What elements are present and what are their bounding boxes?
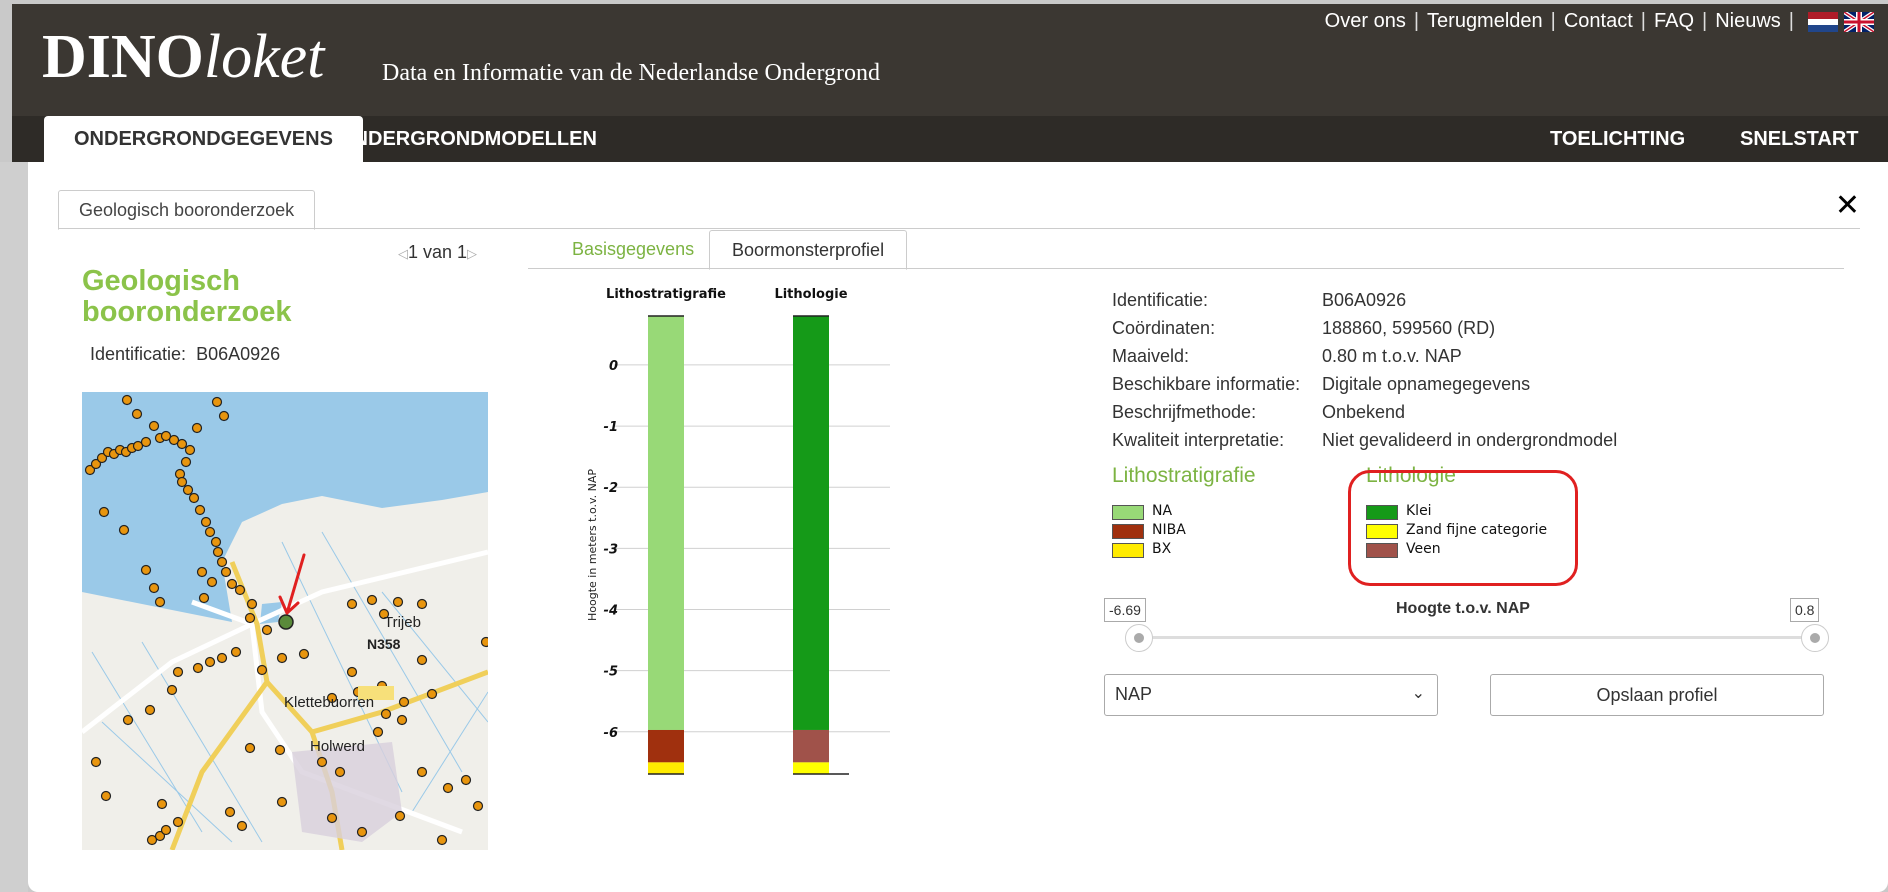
link-contact[interactable]: Contact (1564, 10, 1633, 33)
info-key: Maaiveld: (1112, 346, 1190, 366)
legend-label: NIBA (1152, 522, 1186, 538)
link-faq[interactable]: FAQ (1654, 10, 1694, 33)
column-header: Lithologie (774, 287, 847, 302)
info-key: Beschikbare informatie: (1112, 374, 1301, 394)
map-label: Klettebuorren (284, 694, 375, 711)
tab-toelichting[interactable]: TOELICHTING (1520, 116, 1715, 162)
divider (528, 268, 1844, 269)
village-area (292, 742, 402, 842)
divider (58, 228, 1860, 229)
info-value: Onbekend (1322, 402, 1406, 422)
borehole-profile-chart: 0 -1 -2 -3 -4 -5 -6 Hoogte in meters t.o.v. NAP… (586, 287, 890, 775)
y-tick-label: 0 (609, 359, 618, 374)
detail-panel: ✕ Geologisch booronderzoek ◁1 van 1▷ Geo… (28, 162, 1888, 892)
site-tagline: Data en Informatie van de Nederlandse On… (382, 60, 881, 86)
profile-layer-klei (793, 316, 829, 730)
column-header: Lithostratigrafie (606, 287, 726, 302)
legend-label: BX (1152, 541, 1172, 557)
link-nieuws[interactable]: Nieuws (1715, 10, 1781, 33)
divider: | (1640, 10, 1646, 32)
legend-swatch (1112, 524, 1144, 539)
slider-max-handle[interactable] (1801, 624, 1829, 652)
info-key: Coördinaten: (1112, 318, 1216, 338)
slider-max-value[interactable]: 0.8 (1790, 598, 1820, 622)
slider-min-value[interactable]: -6.69 (1104, 598, 1146, 622)
profile-layer-zand-fijne-categorie (793, 762, 829, 774)
page-title: Geologisch booronderzoek (82, 265, 292, 328)
legend-swatch (1112, 543, 1144, 558)
info-value: Niet gevalideerd in ondergrondmodel (1322, 430, 1618, 450)
y-tick-label: -1 (604, 420, 618, 435)
main-nav: ONDERGRONDGEGEVENS ONDERGRONDMODELLEN TO… (12, 116, 1888, 162)
profile-layer-veen (793, 729, 829, 763)
save-profile-button[interactable]: Opslaan profiel (1490, 674, 1824, 716)
divider: | (1413, 10, 1420, 32)
link-terugmelden[interactable]: Terugmelden (1427, 10, 1543, 33)
reference-level-select[interactable]: NAP ⌄ (1104, 674, 1438, 716)
divider: | (1702, 10, 1708, 32)
divider: | (1788, 10, 1794, 32)
dutch-flag-icon[interactable] (1808, 11, 1838, 32)
sea-area (82, 392, 488, 622)
tab-geologisch-booronderzoek[interactable]: Geologisch booronderzoek (58, 190, 316, 230)
link-over-ons[interactable]: Over ons (1325, 10, 1406, 33)
divider: | (1550, 10, 1556, 32)
map-canvas (82, 392, 488, 850)
location-map[interactable]: Trijeb N358 Klettebuorren Holwerd (82, 392, 488, 850)
chevron-down-icon: ⌄ (1411, 685, 1425, 702)
y-tick-label: -6 (604, 726, 618, 741)
y-tick-label: -3 (604, 542, 618, 557)
y-tick-label: -4 (604, 604, 618, 619)
selected-borehole-marker[interactable] (278, 614, 294, 630)
y-tick-label: -5 (604, 665, 618, 680)
side-id-label: Identificatie: (90, 344, 187, 364)
info-value: 188860, 599560 (RD) (1322, 318, 1496, 338)
map-label: Trijeb (384, 614, 421, 631)
legend-swatch (1112, 505, 1144, 520)
profile-layer-na (648, 316, 684, 730)
legend-label: NA (1152, 503, 1173, 519)
info-value: 0.80 m t.o.v. NAP (1322, 346, 1462, 366)
height-slider-track[interactable] (1138, 636, 1828, 639)
map-label: N358 (367, 636, 401, 652)
info-key: Kwaliteit interpretatie: (1112, 430, 1285, 450)
top-header: DINOloket Data en Informatie van de Nede… (12, 4, 1888, 116)
slider-label: Hoogte t.o.v. NAP (1396, 600, 1530, 617)
next-arrow-icon[interactable]: ▷ (467, 246, 477, 261)
slider-min-handle[interactable] (1125, 624, 1153, 652)
tab-ondergrondmodellen[interactable]: ONDERGRONDMODELLEN (308, 116, 627, 162)
top-links: Over ons | Terugmelden | Contact | FAQ | Nie… (1325, 10, 1874, 33)
info-key: Beschrijfmethode: (1112, 402, 1257, 422)
english-flag-icon[interactable] (1844, 11, 1874, 32)
pager: ◁1 van 1▷ (398, 242, 477, 263)
side-identification: Identificatie: B06A0926 (90, 344, 280, 365)
info-value: Digitale opnamegegevens (1322, 374, 1531, 394)
background-strip (0, 162, 28, 892)
pager-text: 1 van 1 (408, 242, 468, 262)
prev-arrow-icon[interactable]: ◁ (398, 246, 408, 261)
tab-basisgegevens[interactable]: Basisgegevens (550, 230, 716, 268)
info-key: Identificatie: (1112, 290, 1209, 310)
dinoloket-logo[interactable]: DINOloket (42, 26, 324, 88)
tab-snelstart[interactable]: SNELSTART (1710, 116, 1888, 162)
y-tick-label: -2 (604, 481, 618, 496)
select-value: NAP (1115, 684, 1153, 704)
y-axis-title: Hoogte in meters t.o.v. NAP (586, 469, 599, 621)
side-id-value: B06A0926 (196, 344, 281, 364)
map-label: Holwerd (310, 738, 366, 755)
legend-title-lithostratigrafie: Lithostratigrafie (1112, 464, 1256, 487)
close-icon[interactable]: ✕ (1835, 188, 1860, 223)
profile-layer-niba (648, 729, 684, 763)
info-value: B06A0926 (1322, 290, 1407, 310)
profile-layer-bx (648, 762, 684, 774)
tab-boormonsterprofiel[interactable]: Boormonsterprofiel (709, 230, 908, 270)
annotation-highlight (1348, 470, 1578, 586)
